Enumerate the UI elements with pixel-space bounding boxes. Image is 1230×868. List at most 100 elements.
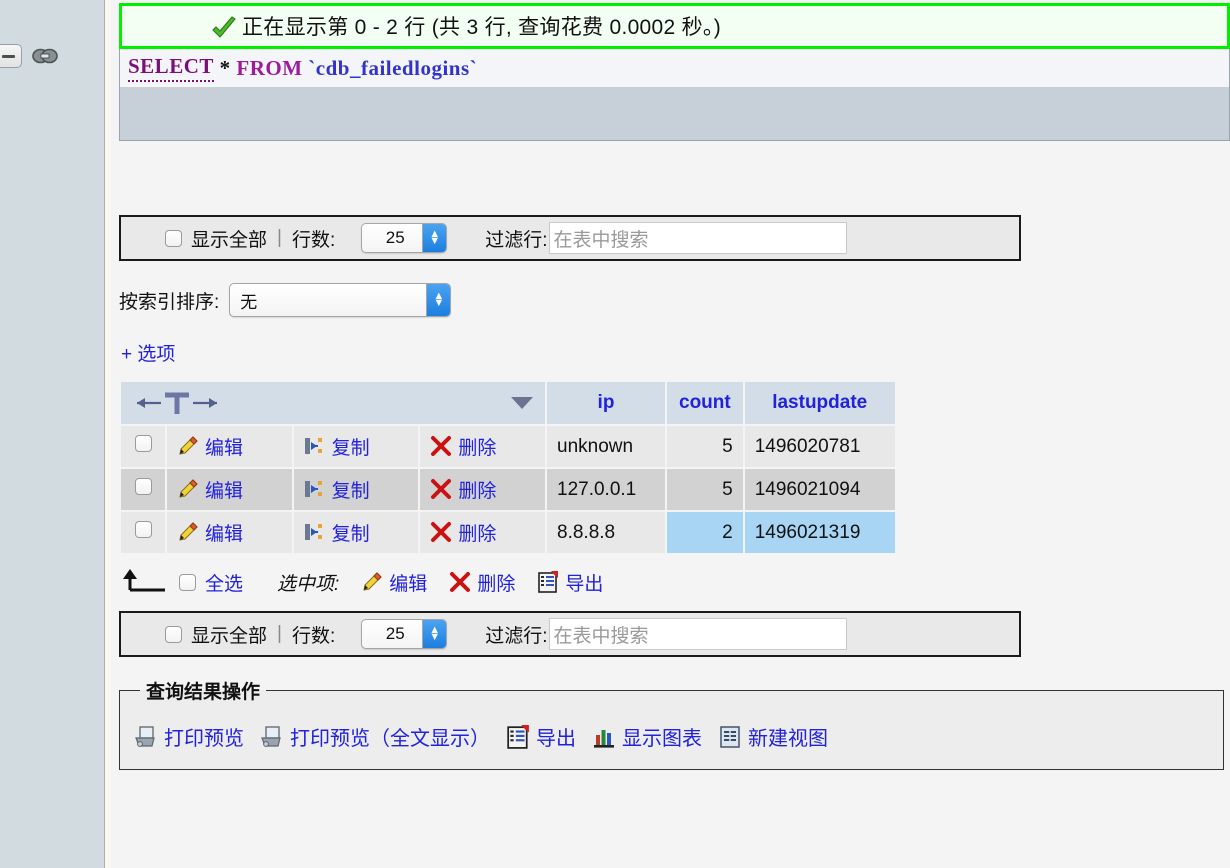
executed-sql-box[interactable]: SELECT * FROM `cdb_failedlogins` xyxy=(119,49,1230,141)
row-copy-cell[interactable]: 复制 xyxy=(293,469,419,510)
row-copy-cell[interactable]: 复制 xyxy=(293,512,419,553)
row-select-checkbox[interactable] xyxy=(134,478,152,495)
rows-number-label-top: 行数: xyxy=(291,229,336,251)
chevron-down-icon[interactable] xyxy=(511,397,533,409)
row-edit-cell[interactable]: 编辑 xyxy=(167,426,292,467)
check-all-checkbox[interactable] xyxy=(179,573,196,591)
display-chart-label[interactable]: 显示图表 xyxy=(622,722,702,751)
bulk-export-label[interactable]: 导出 xyxy=(565,569,603,596)
row-edit-label[interactable]: 编辑 xyxy=(205,519,243,546)
cell-ip[interactable]: 127.0.0.1 xyxy=(547,469,665,510)
move-columns-icon[interactable] xyxy=(133,390,221,416)
rows-number-select-bottom[interactable]: 25 ▲ ▼ xyxy=(361,619,448,649)
cell-count[interactable]: 5 xyxy=(667,469,743,510)
column-header-count[interactable]: count xyxy=(667,382,743,424)
sort-by-index-select[interactable]: 无 ▲ ▼ xyxy=(229,283,452,317)
show-all-checkbox-top[interactable] xyxy=(165,229,182,247)
sort-by-index-value: 无 xyxy=(240,292,258,312)
rows-toolbar-top: 显示全部 | 行数: 25 ▲ ▼ 过滤行: 在表中搜索 xyxy=(119,215,1021,261)
table-row[interactable]: 编辑 复制 删除 unknown 5 1496020781 xyxy=(121,426,895,467)
print-preview-action[interactable]: 打印预览 xyxy=(134,722,244,751)
bulk-edit-label[interactable]: 编辑 xyxy=(389,569,427,596)
row-select-checkbox-cell[interactable] xyxy=(121,512,165,553)
row-select-checkbox-cell[interactable] xyxy=(121,426,165,467)
table-row[interactable]: 编辑 复制 删除 127.0.0.1 5 1496021094 xyxy=(121,469,895,510)
row-edit-label[interactable]: 编辑 xyxy=(205,433,243,460)
bulk-export-action[interactable]: 导出 xyxy=(537,569,603,596)
cell-lastupdate[interactable]: 1496020781 xyxy=(744,426,895,467)
export-label[interactable]: 导出 xyxy=(536,722,576,751)
row-delete-action[interactable]: 删除 xyxy=(430,476,496,503)
row-copy-label[interactable]: 复制 xyxy=(332,476,370,503)
column-header-lastupdate[interactable]: lastupdate xyxy=(744,382,895,424)
row-delete-label[interactable]: 删除 xyxy=(458,433,496,460)
row-copy-cell[interactable]: 复制 xyxy=(293,426,419,467)
column-header-ip[interactable]: ip xyxy=(547,382,665,424)
row-delete-cell[interactable]: 删除 xyxy=(420,469,545,510)
red-x-icon xyxy=(430,521,452,543)
page-root: 正在显示第 0 - 2 行 (共 3 行, 查询花费 0.0002 秒。) SE… xyxy=(0,0,1230,868)
cell-ip[interactable]: 8.8.8.8 xyxy=(547,512,665,553)
display-chart-action[interactable]: 显示图表 xyxy=(592,722,702,751)
print-preview-label[interactable]: 打印预览 xyxy=(164,722,244,751)
filter-rows-label-top: 过滤行: xyxy=(485,229,548,251)
stepper-icon-bottom[interactable]: ▲ ▼ xyxy=(422,620,447,648)
red-x-icon xyxy=(449,571,471,593)
row-copy-label[interactable]: 复制 xyxy=(332,433,370,460)
stepper-icon-sort[interactable]: ▲ ▼ xyxy=(426,284,451,316)
row-edit-action[interactable]: 编辑 xyxy=(177,476,243,503)
row-delete-action[interactable]: 删除 xyxy=(430,519,496,546)
cell-count[interactable]: 5 xyxy=(667,426,743,467)
row-copy-label[interactable]: 复制 xyxy=(332,519,370,546)
create-view-label[interactable]: 新建视图 xyxy=(748,722,828,751)
row-select-checkbox-cell[interactable] xyxy=(121,469,165,510)
sort-by-index-label: 按索引排序: xyxy=(119,291,220,313)
row-delete-cell[interactable]: 删除 xyxy=(420,426,545,467)
table-nav-header[interactable] xyxy=(121,382,545,424)
toolbar-separator-top: | xyxy=(277,227,282,248)
cell-lastupdate[interactable]: 1496021094 xyxy=(744,469,895,510)
row-select-checkbox[interactable] xyxy=(134,435,152,452)
row-copy-action[interactable]: 复制 xyxy=(304,433,370,460)
copy-icon xyxy=(304,478,326,500)
options-toggle-link[interactable]: + 选项 xyxy=(121,339,175,366)
export-action[interactable]: 导出 xyxy=(506,722,576,751)
cell-ip[interactable]: unknown xyxy=(547,426,665,467)
filter-rows-input-bottom[interactable]: 在表中搜索 xyxy=(548,618,847,650)
row-copy-action[interactable]: 复制 xyxy=(304,476,370,503)
filter-rows-input-top[interactable]: 在表中搜索 xyxy=(548,222,847,254)
rows-number-select-top[interactable]: 25 ▲ ▼ xyxy=(361,223,448,253)
bulk-delete-action[interactable]: 删除 xyxy=(449,569,515,596)
row-delete-cell[interactable]: 删除 xyxy=(420,512,545,553)
bulk-delete-label[interactable]: 删除 xyxy=(477,569,515,596)
rows-number-label-bottom: 行数: xyxy=(291,625,336,647)
row-delete-label[interactable]: 删除 xyxy=(458,519,496,546)
rows-number-value-bottom: 25 xyxy=(385,624,405,643)
check-all-label[interactable]: 全选 xyxy=(205,569,243,596)
print-preview-full-action[interactable]: 打印预览（全文显示） xyxy=(260,722,490,751)
cell-count[interactable]: 2 xyxy=(667,512,743,553)
query-results-operations-legend: 查询结果操作 xyxy=(146,682,261,703)
row-edit-cell[interactable]: 编辑 xyxy=(167,469,292,510)
row-delete-action[interactable]: 删除 xyxy=(430,433,496,460)
stepper-icon-top[interactable]: ▲ ▼ xyxy=(422,224,447,252)
cell-lastupdate[interactable]: 1496021319 xyxy=(744,512,895,553)
row-edit-action[interactable]: 编辑 xyxy=(177,433,243,460)
row-copy-action[interactable]: 复制 xyxy=(304,519,370,546)
query-results-operations: 查询结果操作 打印预览 打印预览（全文显示） 导出 显示图表 新建视图 xyxy=(119,677,1224,770)
show-all-checkbox-bottom[interactable] xyxy=(165,625,182,643)
print-preview-full-label[interactable]: 打印预览（全文显示） xyxy=(290,722,490,751)
row-delete-label[interactable]: 删除 xyxy=(458,476,496,503)
bar-chart-icon xyxy=(592,725,616,749)
bulk-edit-action[interactable]: 编辑 xyxy=(361,569,427,596)
chain-link-icon[interactable] xyxy=(32,47,58,65)
create-view-action[interactable]: 新建视图 xyxy=(718,722,828,751)
collapse-panel-icon[interactable] xyxy=(0,44,22,68)
row-edit-action[interactable]: 编辑 xyxy=(177,519,243,546)
row-select-checkbox[interactable] xyxy=(134,521,152,538)
row-edit-cell[interactable]: 编辑 xyxy=(167,512,292,553)
table-row[interactable]: 编辑 复制 删除 8.8.8.8 2 1496021319 xyxy=(121,512,895,553)
arrow-up-left-icon xyxy=(119,568,173,596)
printer-icon xyxy=(134,725,158,749)
row-edit-label[interactable]: 编辑 xyxy=(205,476,243,503)
